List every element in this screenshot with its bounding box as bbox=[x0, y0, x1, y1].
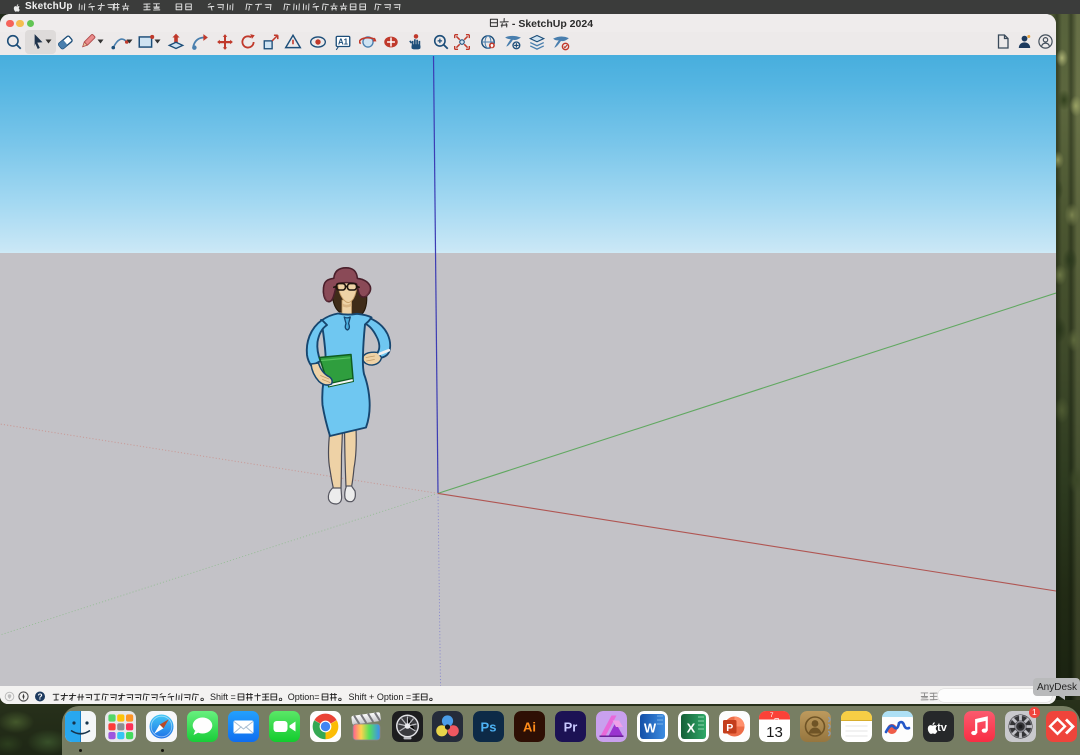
svg-text:Ps: Ps bbox=[481, 720, 497, 735]
svg-text:P: P bbox=[726, 722, 733, 734]
svg-text:Ai: Ai bbox=[523, 720, 536, 735]
svg-text:?: ? bbox=[37, 692, 42, 702]
svg-text:X: X bbox=[686, 721, 695, 736]
svg-text:Pr: Pr bbox=[564, 720, 578, 735]
svg-text:W: W bbox=[644, 721, 657, 736]
svg-text:tv: tv bbox=[937, 722, 948, 734]
svg-text:A1: A1 bbox=[338, 37, 349, 46]
